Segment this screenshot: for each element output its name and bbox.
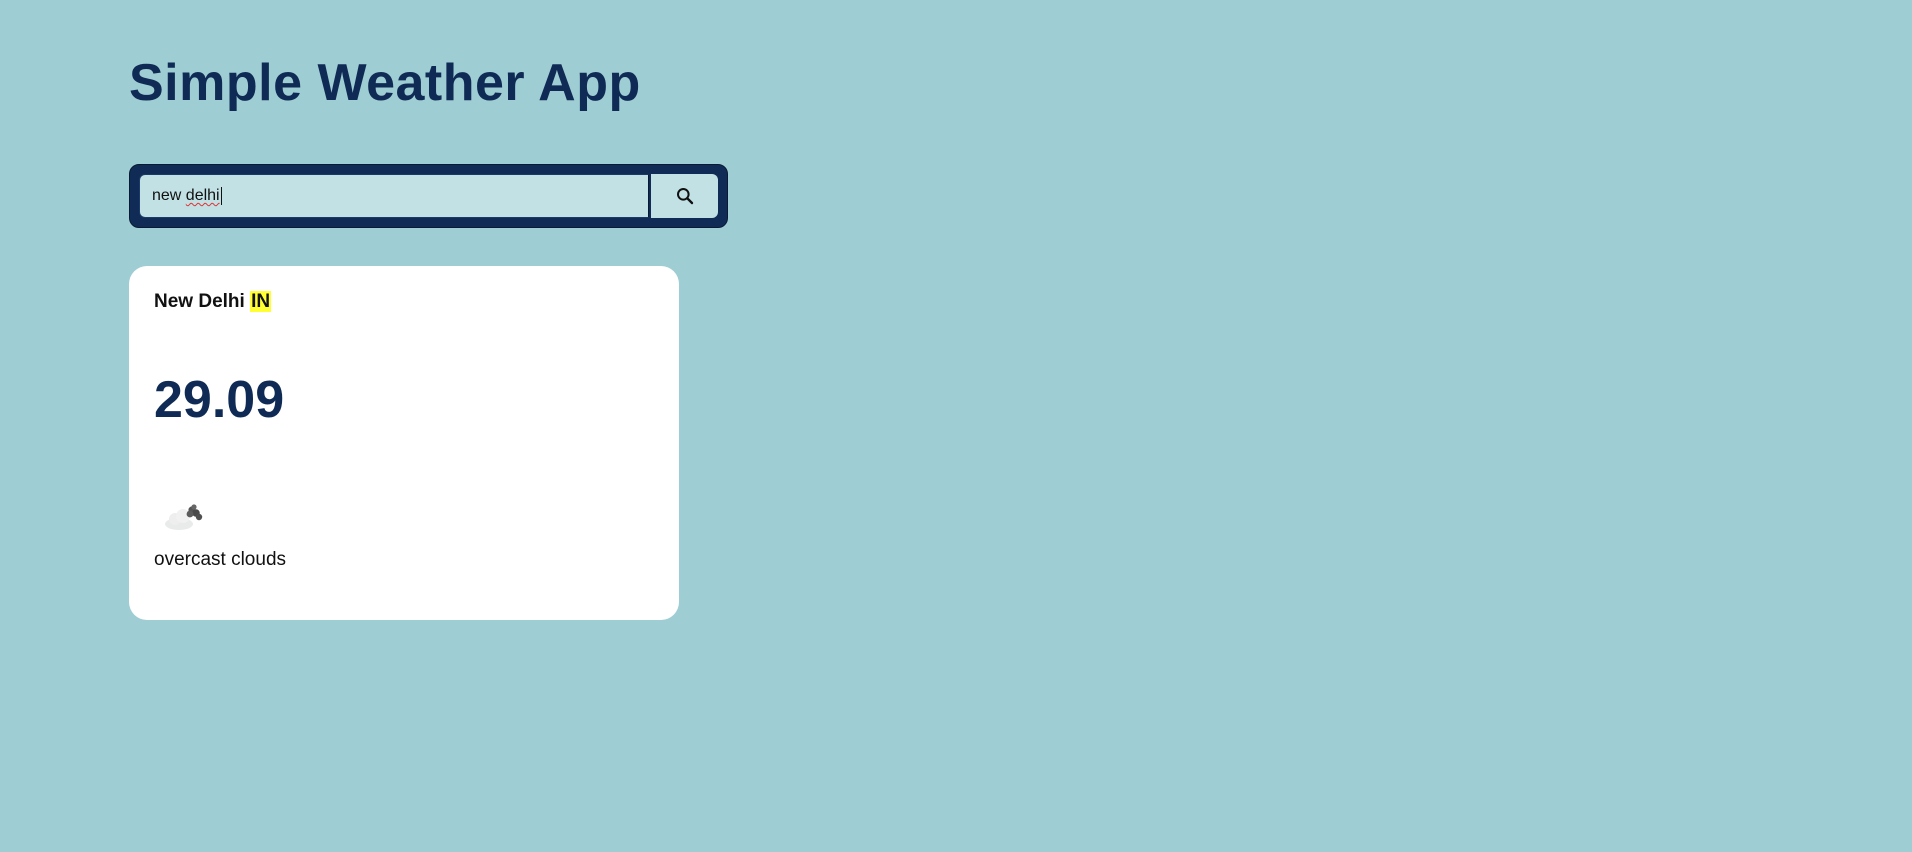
overcast-clouds-icon (159, 494, 209, 534)
weather-description: overcast clouds (154, 549, 287, 570)
country-code-badge: IN (250, 291, 272, 312)
city-name: New Delhi (154, 291, 245, 312)
search-icon (676, 187, 694, 205)
app-container: Simple Weather App new delhi New Delhi I… (129, 50, 729, 620)
search-form: new delhi (129, 164, 728, 228)
search-button[interactable] (651, 174, 718, 218)
weather-card: New Delhi IN 29.09 overcast clouds (129, 266, 679, 620)
temperature-value: 29.09 (154, 371, 285, 429)
page-title: Simple Weather App (129, 54, 641, 112)
search-input[interactable] (139, 174, 649, 218)
location-heading: New Delhi IN (154, 290, 272, 314)
